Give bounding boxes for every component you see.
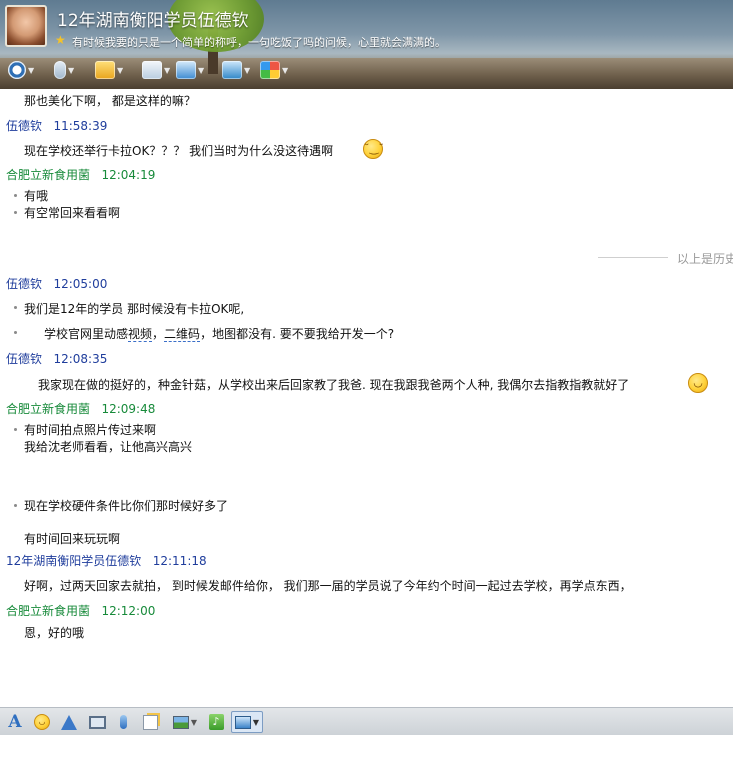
message-history[interactable]: 那也美化下啊， 都是这样的嘛？ 伍德钦 11:58:39 现在学校还举行卡拉OK… [0, 89, 733, 707]
message-text: 有空常回来看看啊 [24, 206, 121, 220]
message-time: 11:58:39 [53, 119, 108, 133]
apps-icon [260, 61, 280, 79]
message-time: 12:04:19 [101, 168, 156, 182]
message-text: 现在学校硬件条件比你们那时候好多了 [24, 499, 229, 513]
message-header: 合肥立新食用菌 12:04:19 [6, 166, 155, 183]
message-text: 那也美化下啊， 都是这样的嘛？ [24, 94, 196, 108]
shake-button[interactable] [58, 711, 80, 733]
gif-button[interactable] [86, 711, 108, 733]
picture-button[interactable]: ▼ [170, 711, 200, 733]
history-divider [598, 257, 668, 258]
chevron-down-icon: ▼ [282, 65, 289, 75]
share-screen-icon [222, 61, 242, 79]
message-text-part: 学校官网里动感 [44, 327, 129, 341]
picture-icon [172, 715, 189, 729]
voice-call-icon [54, 61, 66, 79]
remote-desktop-button[interactable]: ▼ [176, 58, 204, 82]
message-text: 恩，好的哦 [24, 626, 85, 640]
message-text: 有哦 [24, 189, 49, 203]
message-header: 伍德钦 11:58:39 [6, 117, 107, 134]
chevron-down-icon: ▼ [244, 65, 251, 75]
send-file-button[interactable]: ▼ [95, 58, 123, 82]
chat-toolbar: ▼ ▼ ▼ ▼ ▼ ▼ ▼ [0, 58, 320, 84]
music-button[interactable]: ♪ [206, 711, 226, 733]
message-text-part: ， [152, 327, 165, 341]
message-header: 合肥立新食用菌 12:12:00 [6, 602, 155, 619]
chevron-down-icon: ▼ [28, 65, 35, 75]
create-group-button[interactable]: ▼ [142, 58, 170, 82]
keyword-link[interactable]: 二维码 [164, 327, 201, 342]
history-label: 以上是历史 [677, 252, 733, 266]
remote-desktop-icon [176, 61, 196, 79]
sender-name[interactable]: 伍德钦 [6, 277, 42, 291]
chevron-down-icon: ▼ [117, 65, 124, 75]
rich-text-button[interactable] [140, 711, 160, 733]
message-text: 有时间回来玩玩啊 [24, 532, 121, 546]
message-text: 我家现在做的挺好的，种金针菇，从学校出来后回家教了我爸. 现在我跟我爸两个人种,… [38, 378, 630, 392]
input-toolbar: A ◡ ▼ ♪ ▼ [0, 707, 733, 735]
vip-star-icon: ★ [55, 33, 66, 47]
gif-icon [88, 715, 106, 729]
message-time: 12:05:00 [53, 277, 108, 291]
apps-button[interactable]: ▼ [260, 58, 288, 82]
message-time: 12:11:18 [152, 554, 207, 568]
voice-message-button[interactable] [114, 711, 132, 733]
bullet-icon [14, 194, 17, 197]
emoticon-smile-icon: ◡ [688, 373, 708, 393]
chevron-down-icon: ▼ [252, 717, 260, 727]
sender-name[interactable]: 合肥立新食用菌 [6, 168, 90, 182]
chevron-down-icon: ▼ [68, 65, 75, 75]
message-text: 我们是12年的学员 那时候没有卡拉OK呢, [24, 302, 245, 316]
voice-message-icon [119, 715, 127, 729]
chevron-down-icon: ▼ [190, 717, 198, 727]
emoticon-icon: ◡ [34, 714, 50, 730]
sender-name[interactable]: 合肥立新食用菌 [6, 604, 90, 618]
chat-header: 12年湖南衡阳学员伍德钦 ★ 有时候我要的只是一个简单的称呼，一句吃饭了吗的问候… [0, 0, 733, 89]
message-time: 12:09:48 [101, 402, 156, 416]
font-button[interactable]: A [5, 711, 25, 733]
music-icon: ♪ [208, 714, 224, 730]
message-header: 12年湖南衡阳学员伍德钦 12:11:18 [6, 552, 207, 569]
sender-name[interactable]: 12年湖南衡阳学员伍德钦 [6, 554, 141, 568]
contact-signature: 有时候我要的只是一个简单的称呼，一句吃饭了吗的问候，心里就会满满的。 [72, 36, 446, 49]
shake-icon [61, 714, 77, 730]
screenshot-icon [234, 715, 251, 729]
message-text: 我给沈老师看看，让他高兴高兴 [24, 440, 193, 454]
message-text: 好啊，过两天回家去就拍， 到时候发邮件给你， 我们那一届的学员说了今年约个时间一… [24, 579, 632, 593]
bullet-icon [14, 504, 17, 507]
voice-call-button[interactable]: ▼ [54, 58, 74, 82]
message-header: 伍德钦 12:08:35 [6, 350, 107, 367]
bullet-icon [14, 211, 17, 214]
font-icon: A [8, 712, 22, 732]
message-header: 合肥立新食用菌 12:09:48 [6, 400, 155, 417]
create-group-icon [142, 61, 162, 79]
bullet-icon [14, 428, 17, 431]
contact-avatar[interactable] [5, 5, 47, 47]
bullet-icon [14, 331, 17, 334]
message-text: 现在学校还举行卡拉OK？？？ 我们当时为什么没这待遇啊 [24, 144, 334, 158]
sender-name[interactable]: 伍德钦 [6, 352, 42, 366]
sender-name[interactable]: 伍德钦 [6, 119, 42, 133]
message-text: 有时间拍点照片传过来啊 [24, 423, 157, 437]
message-time: 12:08:35 [53, 352, 108, 366]
message-text-part: ，地图都没有. 要不要我给开发一个? [200, 327, 395, 341]
video-call-icon [8, 61, 26, 79]
chevron-down-icon: ▼ [164, 65, 171, 75]
video-call-button[interactable]: ▼ [8, 58, 34, 82]
message-header: 伍德钦 12:05:00 [6, 275, 107, 292]
send-file-icon [95, 61, 115, 79]
emoticon-button[interactable]: ◡ [32, 711, 52, 733]
message-text: 学校官网里动感视频，二维码，地图都没有. 要不要我给开发一个? [44, 325, 394, 342]
share-screen-button[interactable]: ▼ [222, 58, 250, 82]
emoticon-embarrassed-icon: ˘‿˘ [363, 139, 384, 159]
sender-name[interactable]: 合肥立新食用菌 [6, 402, 90, 416]
bullet-icon [14, 306, 17, 309]
chevron-down-icon: ▼ [198, 65, 205, 75]
rich-text-icon [142, 714, 158, 730]
message-input[interactable] [0, 735, 733, 775]
keyword-link[interactable]: 视频 [128, 327, 153, 342]
message-time: 12:12:00 [101, 604, 156, 618]
screenshot-button[interactable]: ▼ [231, 711, 263, 733]
contact-name: 12年湖南衡阳学员伍德钦 [57, 11, 249, 31]
